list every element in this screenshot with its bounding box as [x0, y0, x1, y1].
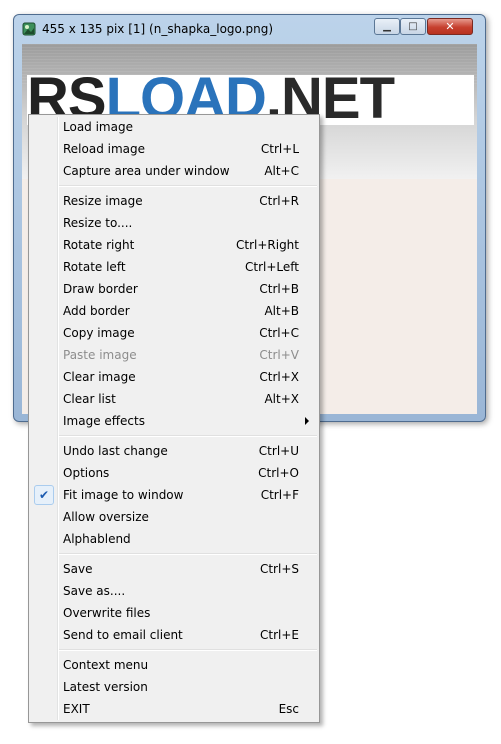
title-bar[interactable]: 455 x 135 pix [1] (n_shapka_logo.png) ▁ … — [14, 15, 485, 43]
menu-item-rotate-right[interactable]: Rotate right Ctrl+Right — [31, 234, 317, 256]
menu-item-label: Capture area under window — [63, 164, 230, 178]
menu-item-label: Save as.... — [63, 584, 126, 598]
menu-item-shortcut: Ctrl+O — [258, 466, 299, 480]
menu-item-label: Overwrite files — [63, 606, 151, 620]
menu-item-fit-image-to-window[interactable]: ✔ Fit image to window Ctrl+F — [31, 484, 317, 506]
menu-item-shortcut: Ctrl+F — [260, 488, 299, 502]
menu-item-shortcut: Ctrl+S — [259, 562, 299, 576]
menu-item-label: Resize image — [63, 194, 143, 208]
menu-item-resize-to[interactable]: Resize to.... — [31, 212, 317, 234]
menu-item-label: Save — [63, 562, 93, 576]
app-icon — [22, 22, 36, 36]
menu-separator — [59, 185, 317, 187]
menu-item-label: Copy image — [63, 326, 135, 340]
menu-item-shortcut: Ctrl+E — [260, 628, 299, 642]
menu-item-clear-list[interactable]: Clear list Alt+X — [31, 388, 317, 410]
menu-item-label: Rotate right — [63, 238, 135, 252]
close-button[interactable]: ✕ — [427, 18, 473, 35]
menu-item-save[interactable]: Save Ctrl+S — [31, 558, 317, 580]
menu-item-label: Clear image — [63, 370, 136, 384]
menu-item-label: Reload image — [63, 142, 146, 156]
menu-item-undo-last-change[interactable]: Undo last change Ctrl+U — [31, 440, 317, 462]
menu-item-label: Send to email client — [63, 628, 183, 642]
menu-item-context-menu[interactable]: Context menu — [31, 654, 317, 676]
menu-item-shortcut: Alt+X — [264, 392, 299, 406]
menu-item-save-as[interactable]: Save as.... — [31, 580, 317, 602]
menu-item-label: Add border — [63, 304, 130, 318]
menu-item-label: Latest version — [63, 680, 148, 694]
menu-item-overwrite-files[interactable]: Overwrite files — [31, 602, 317, 624]
menu-item-shortcut: Alt+C — [264, 164, 299, 178]
menu-item-shortcut: Ctrl+B — [259, 282, 299, 296]
menu-item-shortcut: Alt+B — [264, 304, 299, 318]
menu-item-latest-version[interactable]: Latest version — [31, 676, 317, 698]
menu-item-label: Load image — [63, 120, 133, 134]
menu-item-copy-image[interactable]: Copy image Ctrl+C — [31, 322, 317, 344]
menu-item-label: Paste image — [63, 348, 137, 362]
menu-separator — [59, 649, 317, 651]
maximize-icon: □ — [408, 21, 418, 32]
menu-item-exit[interactable]: EXIT Esc — [31, 698, 317, 720]
menu-item-shortcut: Ctrl+U — [258, 444, 299, 458]
window-title: 455 x 135 pix [1] (n_shapka_logo.png) — [42, 22, 273, 36]
menu-item-label: Alphablend — [63, 532, 131, 546]
menu-item-shortcut: Ctrl+V — [259, 348, 299, 362]
menu-item-send-to-email-client[interactable]: Send to email client Ctrl+E — [31, 624, 317, 646]
context-menu: Load image Reload image Ctrl+L Capture area… — [28, 114, 320, 723]
menu-item-shortcut: Ctrl+C — [259, 326, 299, 340]
menu-item-allow-oversize[interactable]: Allow oversize — [31, 506, 317, 528]
menu-item-label: Options — [63, 466, 110, 480]
menu-item-shortcut: Ctrl+L — [260, 142, 299, 156]
minimize-button[interactable]: ▁ — [374, 18, 400, 35]
close-icon: ✕ — [445, 20, 455, 33]
menu-item-label: Fit image to window — [63, 488, 184, 502]
menu-item-label: Draw border — [63, 282, 138, 296]
menu-item-label: Clear list — [63, 392, 116, 406]
menu-item-alphablend[interactable]: Alphablend — [31, 528, 317, 550]
menu-item-clear-image[interactable]: Clear image Ctrl+X — [31, 366, 317, 388]
menu-item-label: EXIT — [63, 702, 90, 716]
menu-item-shortcut: Ctrl+R — [259, 194, 299, 208]
menu-item-image-effects[interactable]: Image effects — [31, 410, 317, 432]
menu-item-label: Context menu — [63, 658, 149, 672]
menu-separator — [59, 553, 317, 555]
minimize-icon: ▁ — [383, 21, 391, 32]
menu-item-label: Allow oversize — [63, 510, 149, 524]
menu-item-shortcut: Ctrl+X — [259, 370, 299, 384]
menu-item-label: Rotate left — [63, 260, 126, 274]
checkmark-icon: ✔ — [34, 485, 54, 505]
submenu-arrow-icon — [305, 417, 309, 425]
menu-item-add-border[interactable]: Add border Alt+B — [31, 300, 317, 322]
menu-item-paste-image: Paste image Ctrl+V — [31, 344, 317, 366]
menu-item-rotate-left[interactable]: Rotate left Ctrl+Left — [31, 256, 317, 278]
menu-item-capture-area-under-window[interactable]: Capture area under window Alt+C — [31, 160, 317, 182]
maximize-button[interactable]: □ — [400, 18, 426, 35]
menu-item-resize-image[interactable]: Resize image Ctrl+R — [31, 190, 317, 212]
menu-item-label: Resize to.... — [63, 216, 133, 230]
menu-item-shortcut: Esc — [278, 702, 299, 716]
menu-item-label: Image effects — [63, 414, 145, 428]
menu-item-reload-image[interactable]: Reload image Ctrl+L — [31, 138, 317, 160]
menu-separator — [59, 435, 317, 437]
menu-item-options[interactable]: Options Ctrl+O — [31, 462, 317, 484]
menu-item-label: Undo last change — [63, 444, 168, 458]
menu-item-shortcut: Ctrl+Right — [235, 238, 299, 252]
menu-item-draw-border[interactable]: Draw border Ctrl+B — [31, 278, 317, 300]
menu-item-shortcut: Ctrl+Left — [245, 260, 299, 274]
menu-item-load-image[interactable]: Load image — [31, 116, 317, 138]
